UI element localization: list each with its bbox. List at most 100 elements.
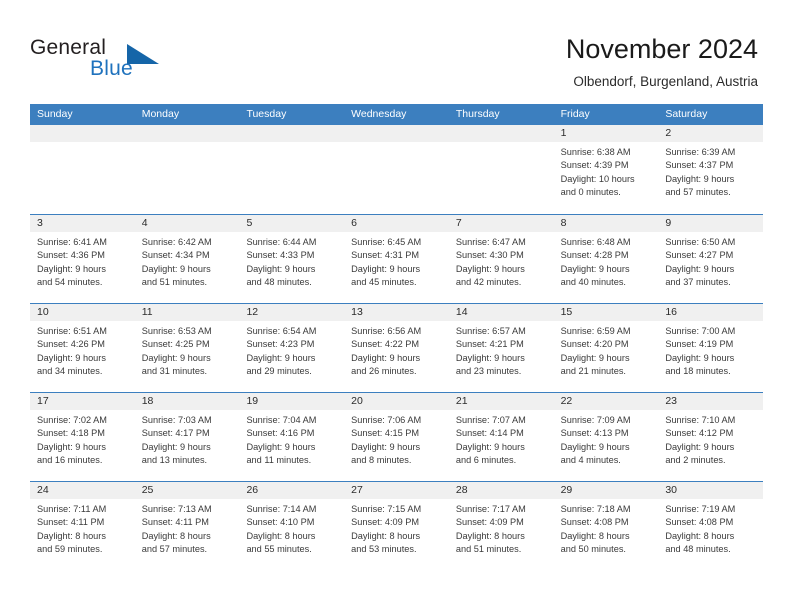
day-cell[interactable]: 10 Sunrise: 6:51 AM Sunset: 4:26 PM Dayligh… <box>30 304 135 392</box>
day-daylight2-text: and 23 minutes. <box>455 365 522 376</box>
day-cell[interactable]: 16 Sunrise: 7:00 AM Sunset: 4:19 PM Dayligh… <box>658 304 764 392</box>
day-cell[interactable]: 5 Sunrise: 6:44 AM Sunset: 4:33 PM Daylight… <box>239 215 345 303</box>
day-sun-info: Sunrise: 6:44 AM Sunset: 4:33 PM Daylight:… <box>239 232 344 289</box>
day-sunrise-text: Sunrise: 7:03 AM <box>141 415 212 425</box>
day-sunset-text: Sunset: 4:16 PM <box>246 428 315 439</box>
day-number: 5 <box>239 215 345 232</box>
day-cell[interactable]: 15 Sunrise: 6:59 AM Sunset: 4:20 PM Dayligh… <box>553 304 659 392</box>
day-cell[interactable]: 21 Sunrise: 7:07 AM Sunset: 4:14 PM Dayligh… <box>448 393 554 481</box>
calendar-weeks: 1 Sunrise: 6:38 AM Sunset: 4:39 PM Daylight… <box>30 125 764 570</box>
day-daylight2-text: and 18 minutes. <box>665 365 731 376</box>
day-sunset-text: Sunset: 4:22 PM <box>351 339 420 350</box>
page-title: November 2024 <box>565 34 758 64</box>
day-cell[interactable]: 30 Sunrise: 7:19 AM Sunset: 4:08 PM Dayligh… <box>658 482 764 570</box>
day-cell[interactable]: 24 Sunrise: 7:11 AM Sunset: 4:11 PM Dayligh… <box>30 482 135 570</box>
day-daylight1-text: Daylight: 8 hours <box>455 530 525 541</box>
day-cell[interactable]: 25 Sunrise: 7:13 AM Sunset: 4:11 PM Dayligh… <box>134 482 240 570</box>
day-daylight1-text: Daylight: 8 hours <box>37 530 106 541</box>
day-daylight2-text: and 31 minutes. <box>141 365 208 376</box>
day-cell[interactable]: 9 Sunrise: 6:50 AM Sunset: 4:27 PM Daylight… <box>658 215 764 303</box>
weekday-header-monday: Monday <box>141 108 180 120</box>
day-daylight1-text: Daylight: 9 hours <box>246 352 316 363</box>
day-daylight2-text: and 37 minutes. <box>665 276 731 287</box>
day-cell[interactable]: 14 Sunrise: 6:57 AM Sunset: 4:21 PM Dayligh… <box>448 304 554 392</box>
day-cell[interactable]: 19 Sunrise: 7:04 AM Sunset: 4:16 PM Dayligh… <box>239 393 345 481</box>
day-daylight1-text: Daylight: 9 hours <box>141 441 211 452</box>
day-daylight1-text: Daylight: 9 hours <box>351 441 421 452</box>
day-number: 4 <box>134 215 240 232</box>
day-cell[interactable]: 13 Sunrise: 6:56 AM Sunset: 4:22 PM Dayligh… <box>344 304 449 392</box>
day-sun-info: Sunrise: 7:18 AM Sunset: 4:08 PM Daylight:… <box>554 499 659 556</box>
calendar-grid: Sunday Monday Tuesday Wednesday Thursday Frid… <box>30 104 764 570</box>
day-sun-info: Sunrise: 6:39 AM Sunset: 4:37 PM Daylight:… <box>658 142 763 199</box>
day-cell[interactable]: 22 Sunrise: 7:09 AM Sunset: 4:13 PM Dayligh… <box>553 393 659 481</box>
day-sun-info: Sunrise: 6:47 AM Sunset: 4:30 PM Daylight:… <box>449 232 554 289</box>
day-number <box>239 125 345 142</box>
day-sunset-text: Sunset: 4:33 PM <box>246 250 315 261</box>
day-cell[interactable]: 3 Sunrise: 6:41 AM Sunset: 4:36 PM Daylight… <box>30 215 135 303</box>
day-cell-empty <box>134 125 240 214</box>
day-cell[interactable]: 1 Sunrise: 6:38 AM Sunset: 4:39 PM Daylight… <box>553 125 659 214</box>
page-subtitle: Olbendorf, Burgenland, Austria <box>573 74 758 89</box>
day-sunset-text: Sunset: 4:20 PM <box>560 339 629 350</box>
day-sunrise-text: Sunrise: 6:57 AM <box>455 326 526 336</box>
day-number: 25 <box>134 482 240 499</box>
day-sunset-text: Sunset: 4:31 PM <box>351 250 420 261</box>
day-cell[interactable]: 4 Sunrise: 6:42 AM Sunset: 4:34 PM Daylight… <box>134 215 240 303</box>
day-sunset-text: Sunset: 4:34 PM <box>141 250 210 261</box>
brand-logo[interactable]: General Blue <box>30 36 270 92</box>
calendar-page: General Blue November 2024 Olbendorf, Bu… <box>0 0 792 612</box>
day-cell[interactable]: 8 Sunrise: 6:48 AM Sunset: 4:28 PM Daylight… <box>553 215 659 303</box>
day-number <box>344 125 449 142</box>
day-cell[interactable]: 26 Sunrise: 7:14 AM Sunset: 4:10 PM Dayligh… <box>239 482 345 570</box>
day-cell[interactable]: 28 Sunrise: 7:17 AM Sunset: 4:09 PM Dayligh… <box>448 482 554 570</box>
day-number: 2 <box>658 125 764 142</box>
day-sunrise-text: Sunrise: 6:50 AM <box>665 237 736 247</box>
day-cell[interactable]: 6 Sunrise: 6:45 AM Sunset: 4:31 PM Daylight… <box>344 215 449 303</box>
day-cell[interactable]: 18 Sunrise: 7:03 AM Sunset: 4:17 PM Dayligh… <box>134 393 240 481</box>
day-daylight1-text: Daylight: 8 hours <box>665 530 735 541</box>
day-daylight1-text: Daylight: 9 hours <box>351 352 421 363</box>
day-sunset-text: Sunset: 4:14 PM <box>455 428 524 439</box>
day-sunrise-text: Sunrise: 6:42 AM <box>141 237 212 247</box>
day-cell[interactable]: 12 Sunrise: 6:54 AM Sunset: 4:23 PM Dayligh… <box>239 304 345 392</box>
day-cell-empty <box>239 125 345 214</box>
day-sun-info: Sunrise: 6:56 AM Sunset: 4:22 PM Daylight:… <box>344 321 449 378</box>
day-daylight1-text: Daylight: 9 hours <box>560 352 630 363</box>
day-daylight2-text: and 51 minutes. <box>455 543 522 554</box>
day-number: 21 <box>448 393 554 410</box>
day-daylight2-text: and 48 minutes. <box>665 543 731 554</box>
day-cell[interactable]: 20 Sunrise: 7:06 AM Sunset: 4:15 PM Dayligh… <box>344 393 449 481</box>
calendar-week-row: 10 Sunrise: 6:51 AM Sunset: 4:26 PM Dayligh… <box>30 303 764 392</box>
day-cell[interactable]: 23 Sunrise: 7:10 AM Sunset: 4:12 PM Dayligh… <box>658 393 764 481</box>
day-sun-info: Sunrise: 6:53 AM Sunset: 4:25 PM Daylight:… <box>135 321 240 378</box>
day-sunrise-text: Sunrise: 7:10 AM <box>665 415 736 425</box>
day-cell[interactable]: 29 Sunrise: 7:18 AM Sunset: 4:08 PM Dayligh… <box>553 482 659 570</box>
day-daylight2-text: and 2 minutes. <box>665 454 726 465</box>
day-cell[interactable]: 11 Sunrise: 6:53 AM Sunset: 4:25 PM Dayligh… <box>134 304 240 392</box>
day-number: 1 <box>553 125 659 142</box>
day-sunrise-text: Sunrise: 6:53 AM <box>141 326 212 336</box>
day-sun-info: Sunrise: 6:54 AM Sunset: 4:23 PM Daylight:… <box>239 321 344 378</box>
day-daylight2-text: and 57 minutes. <box>665 186 731 197</box>
day-daylight2-text: and 0 minutes. <box>560 186 621 197</box>
title-block: November 2024 Olbendorf, Burgenland, Aus… <box>566 32 758 90</box>
day-number: 14 <box>448 304 554 321</box>
day-daylight2-text: and 50 minutes. <box>560 543 626 554</box>
day-cell[interactable]: 27 Sunrise: 7:15 AM Sunset: 4:09 PM Dayligh… <box>344 482 449 570</box>
day-daylight2-text: and 34 minutes. <box>37 365 103 376</box>
weekday-header-sunday: Sunday <box>37 108 73 120</box>
day-sunrise-text: Sunrise: 7:04 AM <box>246 415 317 425</box>
day-cell[interactable]: 17 Sunrise: 7:02 AM Sunset: 4:18 PM Dayligh… <box>30 393 135 481</box>
day-daylight2-text: and 16 minutes. <box>37 454 103 465</box>
day-sun-info: Sunrise: 7:06 AM Sunset: 4:15 PM Daylight:… <box>344 410 449 467</box>
day-daylight2-text: and 45 minutes. <box>351 276 417 287</box>
day-sunrise-text: Sunrise: 6:45 AM <box>351 237 422 247</box>
day-daylight2-text: and 4 minutes. <box>560 454 621 465</box>
day-sunrise-text: Sunrise: 7:00 AM <box>665 326 736 336</box>
day-daylight1-text: Daylight: 9 hours <box>37 263 106 274</box>
day-cell[interactable]: 7 Sunrise: 6:47 AM Sunset: 4:30 PM Daylight… <box>448 215 554 303</box>
day-daylight1-text: Daylight: 9 hours <box>37 441 106 452</box>
day-sunrise-text: Sunrise: 7:19 AM <box>665 504 736 514</box>
day-cell[interactable]: 2 Sunrise: 6:39 AM Sunset: 4:37 PM Daylight… <box>658 125 764 214</box>
